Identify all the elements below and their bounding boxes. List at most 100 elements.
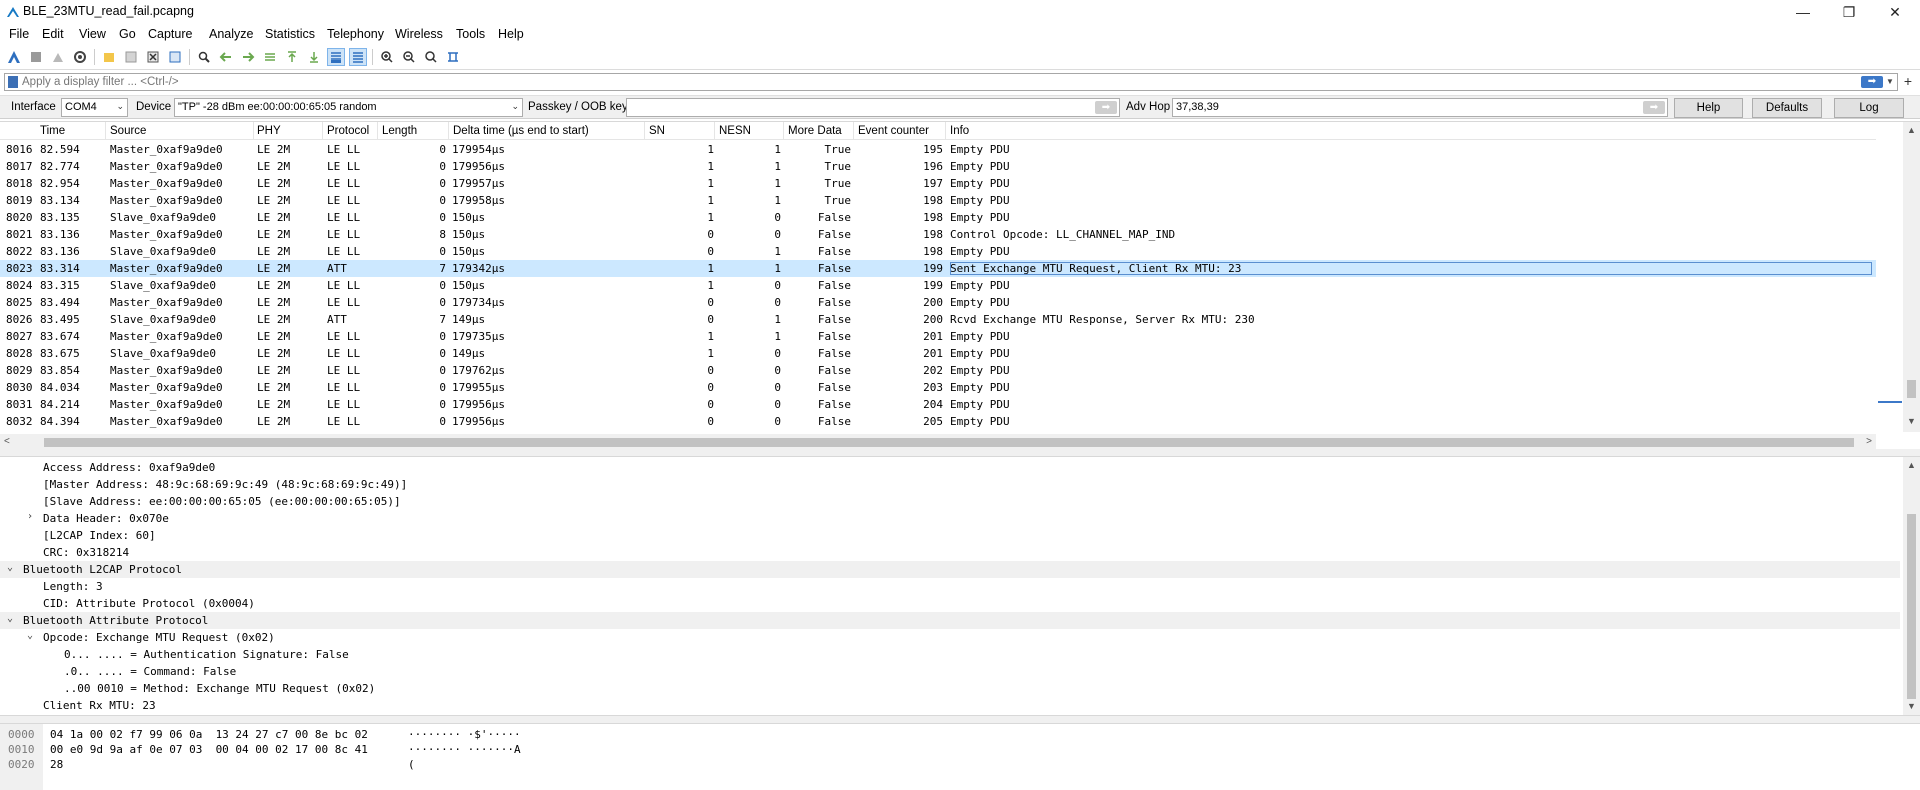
advhop-input[interactable]: 37,38,39 ➡ xyxy=(1172,98,1668,117)
scroll-down-icon[interactable]: ▼ xyxy=(1907,701,1916,711)
passkey-input[interactable]: ➡ xyxy=(626,98,1120,117)
packet-row[interactable]: 8032 84.394 Master_0xaf9a9de0 LE 2M LE LL 0 17… xyxy=(0,413,1876,430)
maximize-button[interactable]: ❐ xyxy=(1826,0,1872,24)
chevron-down-icon[interactable]: ⌄ xyxy=(27,630,33,641)
scroll-up-icon[interactable]: ▲ xyxy=(1907,460,1916,470)
packet-row[interactable]: 8029 83.854 Master_0xaf9a9de0 LE 2M LE LL 0 17… xyxy=(0,362,1876,379)
defaults-button[interactable]: Defaults xyxy=(1752,98,1822,118)
open-file-icon[interactable] xyxy=(100,48,118,66)
menu-help[interactable]: Help xyxy=(498,27,524,41)
detail-line[interactable]: Client Rx MTU: 23 xyxy=(0,697,1900,714)
scroll-left-icon[interactable]: < xyxy=(4,436,10,447)
packet-row[interactable]: 8025 83.494 Master_0xaf9a9de0 LE 2M LE LL 0 17… xyxy=(0,294,1876,311)
packet-row[interactable]: 8028 83.675 Slave_0xaf9a9de0 LE 2M LE LL 0 149… xyxy=(0,345,1876,362)
detail-line[interactable]: [Master Address: 48:9c:68:69:9c:49 (48:9… xyxy=(0,476,1900,493)
column-divider[interactable] xyxy=(377,122,378,140)
bytes-ascii[interactable]: ········ ·······A xyxy=(408,743,521,756)
menu-tools[interactable]: Tools xyxy=(456,27,485,41)
bytes-ascii[interactable]: ········ ·$'····· xyxy=(408,728,521,741)
detail-line[interactable]: CID: Attribute Protocol (0x0004) xyxy=(0,595,1900,612)
column-divider[interactable] xyxy=(253,122,254,140)
detail-line[interactable]: Access Address: 0xaf9a9de0 xyxy=(0,459,1900,476)
chevron-down-icon[interactable]: ⌄ xyxy=(7,562,13,573)
apply-arrow-icon[interactable]: ➡ xyxy=(1643,101,1665,114)
packet-row[interactable]: 8030 84.034 Master_0xaf9a9de0 LE 2M LE LL 0 17… xyxy=(0,379,1876,396)
column-divider[interactable] xyxy=(105,122,106,140)
scrollbar-thumb[interactable] xyxy=(1907,380,1916,398)
chevron-down-icon[interactable]: ▼ xyxy=(1885,76,1895,88)
normal-size-icon[interactable] xyxy=(422,48,440,66)
column-header-sn[interactable]: SN xyxy=(649,125,665,137)
scrollbar-thumb[interactable] xyxy=(1907,514,1916,699)
packet-row[interactable]: 8018 82.954 Master_0xaf9a9de0 LE 2M LE LL 0 17… xyxy=(0,175,1876,192)
go-last-packet-icon[interactable] xyxy=(305,48,323,66)
packet-row[interactable]: 8024 83.315 Slave_0xaf9a9de0 LE 2M LE LL 0 150… xyxy=(0,277,1876,294)
zoom-in-icon[interactable] xyxy=(378,48,396,66)
packet-list-vertical-scrollbar[interactable]: ▲ ▼ xyxy=(1903,122,1920,432)
packet-row[interactable]: 8031 84.214 Master_0xaf9a9de0 LE 2M LE LL 0 17… xyxy=(0,396,1876,413)
colorize-icon[interactable] xyxy=(349,48,367,66)
bytes-hex[interactable]: 28 xyxy=(50,758,63,771)
scroll-right-icon[interactable]: > xyxy=(1866,436,1872,447)
packet-row[interactable]: 8020 83.135 Slave_0xaf9a9de0 LE 2M LE LL 0 150… xyxy=(0,209,1876,226)
menu-file[interactable]: File xyxy=(9,27,29,41)
go-to-packet-icon[interactable] xyxy=(261,48,279,66)
detail-line[interactable]: ..00 0010 = Method: Exchange MTU Request… xyxy=(0,680,1900,697)
detail-line[interactable]: 0... .... = Authentication Signature: Fa… xyxy=(0,646,1900,663)
device-select[interactable]: "TP" -28 dBm ee:00:00:00:65:05 random ⌄ xyxy=(174,98,523,117)
pane-splitter[interactable] xyxy=(0,716,1920,723)
bookmark-icon[interactable] xyxy=(8,76,18,88)
detail-line[interactable]: Length: 3 xyxy=(0,578,1900,595)
close-file-icon[interactable] xyxy=(144,48,162,66)
column-header-source[interactable]: Source xyxy=(110,125,146,137)
column-header-info[interactable]: Info xyxy=(950,125,969,137)
menu-telephony[interactable]: Telephony xyxy=(327,27,384,41)
pane-splitter[interactable] xyxy=(0,449,1920,456)
chevron-right-icon[interactable]: › xyxy=(27,511,33,522)
menu-go[interactable]: Go xyxy=(119,27,136,41)
menu-analyze[interactable]: Analyze xyxy=(209,27,253,41)
auto-scroll-icon[interactable] xyxy=(327,48,345,66)
save-file-icon[interactable] xyxy=(122,48,140,66)
go-forward-icon[interactable] xyxy=(239,48,257,66)
column-header-nesn[interactable]: NESN xyxy=(719,125,751,137)
bytes-hex[interactable]: 00 e0 9d 9a af 0e 07 03 00 04 00 02 17 0… xyxy=(50,743,368,756)
packet-row[interactable]: 8027 83.674 Master_0xaf9a9de0 LE 2M LE LL 0 17… xyxy=(0,328,1876,345)
capture-options-icon[interactable] xyxy=(71,48,89,66)
column-divider[interactable] xyxy=(448,122,449,140)
minimize-button[interactable]: — xyxy=(1780,0,1826,24)
menu-capture[interactable]: Capture xyxy=(148,27,192,41)
detail-line[interactable]: .0.. .... = Command: False xyxy=(0,663,1900,680)
column-divider[interactable] xyxy=(322,122,323,140)
column-header-phy[interactable]: PHY xyxy=(257,125,281,137)
packet-row[interactable]: 8016 82.594 Master_0xaf9a9de0 LE 2M LE LL 0 17… xyxy=(0,141,1876,158)
packet-row[interactable]: 8023 83.314 Master_0xaf9a9de0 LE 2M ATT 7 1793… xyxy=(0,260,1876,277)
menu-edit[interactable]: Edit xyxy=(42,27,64,41)
column-header-protocol[interactable]: Protocol xyxy=(327,125,369,137)
packet-list-horizontal-scrollbar[interactable]: < > xyxy=(0,434,1876,450)
detail-line[interactable]: › Data Header: 0x070e xyxy=(0,510,1900,527)
zoom-out-icon[interactable] xyxy=(400,48,418,66)
menu-wireless[interactable]: Wireless xyxy=(395,27,443,41)
apply-filter-icon[interactable]: ➡ xyxy=(1861,76,1883,88)
bytes-hex[interactable]: 04 1a 00 02 f7 99 06 0a 13 24 27 c7 00 8… xyxy=(50,728,368,741)
packet-details-scrollbar[interactable]: ▲ ▼ xyxy=(1903,457,1920,715)
menu-view[interactable]: View xyxy=(79,27,106,41)
go-first-packet-icon[interactable] xyxy=(283,48,301,66)
column-divider[interactable] xyxy=(945,122,946,140)
column-header-time[interactable]: Time xyxy=(40,125,65,137)
reload-file-icon[interactable] xyxy=(166,48,184,66)
detail-line[interactable]: ⌄ Opcode: Exchange MTU Request (0x02) xyxy=(0,629,1900,646)
packet-row[interactable]: 8026 83.495 Slave_0xaf9a9de0 LE 2M ATT 7 149µs… xyxy=(0,311,1876,328)
bytes-ascii[interactable]: ( xyxy=(408,758,415,771)
detail-section[interactable]: ⌄ Bluetooth Attribute Protocol xyxy=(0,612,1900,629)
detail-section[interactable]: ⌄ Bluetooth L2CAP Protocol xyxy=(0,561,1900,578)
resize-columns-icon[interactable] xyxy=(444,48,462,66)
column-divider[interactable] xyxy=(714,122,715,140)
menu-statistics[interactable]: Statistics xyxy=(265,27,315,41)
detail-line[interactable]: CRC: 0x318214 xyxy=(0,544,1900,561)
go-back-icon[interactable] xyxy=(217,48,235,66)
packet-row[interactable]: 8019 83.134 Master_0xaf9a9de0 LE 2M LE LL 0 17… xyxy=(0,192,1876,209)
stop-capture-icon[interactable] xyxy=(27,48,45,66)
packet-row[interactable]: 8022 83.136 Slave_0xaf9a9de0 LE 2M LE LL 0 150… xyxy=(0,243,1876,260)
